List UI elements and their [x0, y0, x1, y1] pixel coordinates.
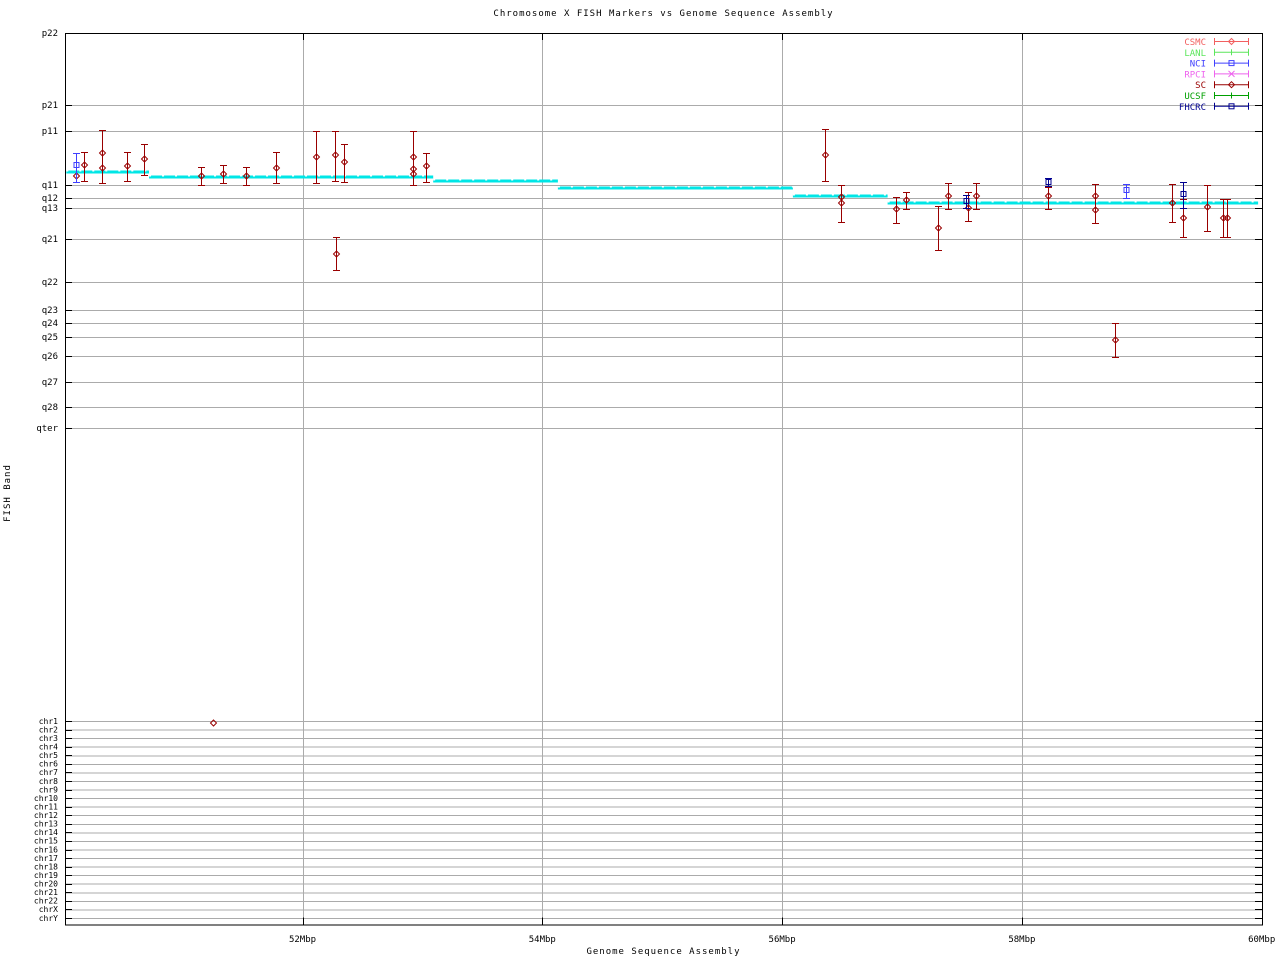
x-tick-label-60Mbp: 60Mbp: [1248, 935, 1275, 945]
y-tick-label-q27: q27: [42, 378, 58, 388]
assembly-segment: [149, 175, 434, 179]
y-tick-label-q21: q21: [42, 235, 58, 245]
legend-label-RPCI: RPCI: [1184, 70, 1206, 80]
x-tick-label-52Mbp: 52Mbp: [289, 935, 316, 945]
x-tick-label-56Mbp: 56Mbp: [769, 935, 796, 945]
y-tick-label-q13: q13: [42, 204, 58, 214]
axis-ticks: [65, 33, 1263, 925]
y-tick-label-q11: q11: [42, 181, 58, 191]
y-tick-label-q24: q24: [42, 319, 58, 329]
chart-canvas: p22 p21 p11 q11 q12 q13 q21 q22 q23 q24 q25 q26 q27 q…: [0, 0, 1280, 960]
legend-label-NCI: NCI: [1190, 60, 1206, 70]
y-tick-label-chrY: chrY: [39, 914, 58, 923]
plot-area: p22 p21 p11 q11 q12q13 q21 q22 q23 q24 q25 q26 q27 q…: [34, 29, 1275, 945]
legend-label-FHCRC: FHCRC: [1179, 103, 1206, 113]
x-tick-label-58Mbp: 58Mbp: [1008, 935, 1035, 945]
y-tick-label-q23: q23: [42, 306, 58, 316]
y-tick-label-p22: p22: [42, 29, 58, 39]
legend-label-LANL: LANL: [1184, 49, 1206, 59]
y-tick-label-qter: qter: [36, 424, 58, 434]
y-axis-title: FISH Band: [3, 464, 13, 522]
y-tick-label-q22: q22: [42, 278, 58, 288]
assembly-segment: [887, 201, 1259, 205]
y-tick-label-q28: q28: [42, 403, 58, 413]
x-axis-title: Genome Sequence Assembly: [586, 947, 741, 957]
y-tick-label-q12: q12: [42, 194, 58, 204]
y-tick-label-q25: q25: [42, 333, 58, 343]
assembly-segment: [66, 170, 150, 174]
legend-label-SC: SC: [1195, 81, 1206, 91]
y-tick-label-p21: p21: [42, 101, 58, 111]
gridlines: [65, 33, 1262, 925]
y-tick-label-q26: q26: [42, 352, 58, 362]
legend-label-CSMC: CSMC: [1184, 38, 1206, 48]
y-tick-label-p11: p11: [42, 127, 58, 137]
legend: CSMCLANLNCIRPCISCUCSFFHCRC: [1179, 37, 1249, 113]
SC-diamond-marker: [209, 719, 218, 727]
chart-title: Chromosome X FISH Markers vs Genome Sequ…: [493, 9, 834, 19]
x-tick-label-54Mbp: 54Mbp: [529, 935, 556, 945]
legend-label-UCSF: UCSF: [1184, 92, 1206, 102]
assembly-line: [66, 170, 1259, 205]
series-SC: [72, 129, 1232, 727]
